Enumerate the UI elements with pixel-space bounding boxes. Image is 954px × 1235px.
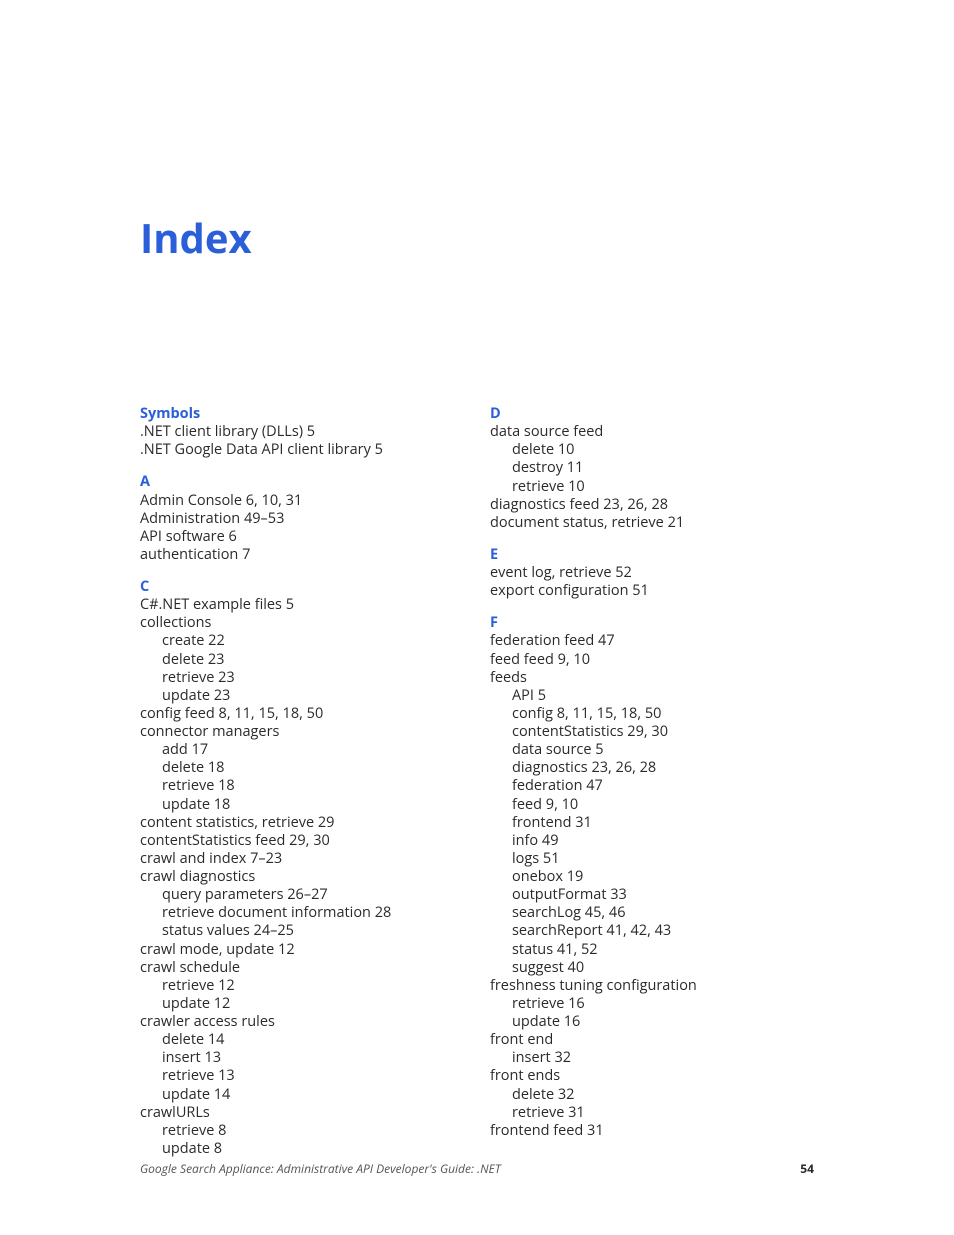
index-subentry: retrieve 23	[140, 669, 460, 687]
index-subentry: API 5	[490, 687, 810, 705]
index-entry: crawl diagnostics	[140, 868, 460, 886]
index-subentry: searchReport 41, 42, 43	[490, 922, 810, 940]
left-column: Symbols .NET client library (DLLs) 5 .NE…	[140, 405, 460, 1158]
page-footer: Google Search Appliance: Administrative …	[140, 1160, 814, 1177]
footer-doc-title: Google Search Appliance: Administrative …	[140, 1160, 501, 1177]
page-title: Index	[140, 210, 814, 265]
index-entry: authentication 7	[140, 546, 460, 564]
index-entry: .NET client library (DLLs) 5	[140, 423, 460, 441]
index-columns: Symbols .NET client library (DLLs) 5 .NE…	[140, 405, 814, 1158]
index-entry: freshness tuning configuration	[490, 977, 810, 995]
index-subentry: delete 10	[490, 441, 810, 459]
index-subentry: update 16	[490, 1013, 810, 1031]
section-head-symbols: Symbols	[140, 405, 460, 423]
section-head-e: E	[490, 546, 810, 564]
index-entry: API software 6	[140, 528, 460, 546]
index-subentry: searchLog 45, 46	[490, 904, 810, 922]
index-subentry: insert 13	[140, 1049, 460, 1067]
index-subentry: query parameters 26–27	[140, 886, 460, 904]
index-subentry: update 18	[140, 796, 460, 814]
index-entry: frontend feed 31	[490, 1122, 810, 1140]
index-entry: crawl schedule	[140, 959, 460, 977]
index-entry: document status, retrieve 21	[490, 514, 810, 532]
index-subentry: delete 32	[490, 1086, 810, 1104]
index-subentry: contentStatistics 29, 30	[490, 723, 810, 741]
document-page: Index Symbols .NET client library (DLLs)…	[0, 0, 954, 1218]
index-subentry: retrieve 16	[490, 995, 810, 1013]
index-entry: front end	[490, 1031, 810, 1049]
index-subentry: update 23	[140, 687, 460, 705]
index-subentry: retrieve 10	[490, 478, 810, 496]
index-subentry: data source 5	[490, 741, 810, 759]
index-subentry: delete 18	[140, 759, 460, 777]
index-subentry: logs 51	[490, 850, 810, 868]
index-subentry: insert 32	[490, 1049, 810, 1067]
index-subentry: create 22	[140, 632, 460, 650]
index-subentry: suggest 40	[490, 959, 810, 977]
section-head-a: A	[140, 473, 460, 491]
index-entry: connector managers	[140, 723, 460, 741]
index-entry: contentStatistics feed 29, 30	[140, 832, 460, 850]
section-head-c: C	[140, 578, 460, 596]
index-entry: export configuration 51	[490, 582, 810, 600]
index-entry: config feed 8, 11, 15, 18, 50	[140, 705, 460, 723]
index-subentry: config 8, 11, 15, 18, 50	[490, 705, 810, 723]
index-subentry: status values 24–25	[140, 922, 460, 940]
index-entry: federation feed 47	[490, 632, 810, 650]
index-subentry: update 14	[140, 1086, 460, 1104]
index-entry: crawl and index 7–23	[140, 850, 460, 868]
index-entry: C#.NET example files 5	[140, 596, 460, 614]
index-entry: feed feed 9, 10	[490, 651, 810, 669]
index-entry: .NET Google Data API client library 5	[140, 441, 460, 459]
index-subentry: retrieve 18	[140, 777, 460, 795]
index-subentry: info 49	[490, 832, 810, 850]
footer-page-number: 54	[800, 1160, 814, 1177]
index-entry: front ends	[490, 1067, 810, 1085]
index-subentry: retrieve 31	[490, 1104, 810, 1122]
index-entry: diagnostics feed 23, 26, 28	[490, 496, 810, 514]
index-subentry: add 17	[140, 741, 460, 759]
section-head-f: F	[490, 614, 810, 632]
index-subentry: retrieve document information 28	[140, 904, 460, 922]
index-subentry: retrieve 8	[140, 1122, 460, 1140]
index-entry: collections	[140, 614, 460, 632]
index-entry: Administration 49–53	[140, 510, 460, 528]
index-subentry: update 8	[140, 1140, 460, 1158]
index-entry: crawl mode, update 12	[140, 941, 460, 959]
index-subentry: retrieve 13	[140, 1067, 460, 1085]
index-subentry: delete 14	[140, 1031, 460, 1049]
index-subentry: retrieve 12	[140, 977, 460, 995]
index-entry: data source feed	[490, 423, 810, 441]
index-subentry: frontend 31	[490, 814, 810, 832]
index-entry: crawler access rules	[140, 1013, 460, 1031]
index-subentry: status 41, 52	[490, 941, 810, 959]
index-subentry: destroy 11	[490, 459, 810, 477]
index-subentry: diagnostics 23, 26, 28	[490, 759, 810, 777]
index-subentry: delete 23	[140, 651, 460, 669]
right-column: D data source feed delete 10 destroy 11 …	[490, 405, 810, 1158]
index-subentry: federation 47	[490, 777, 810, 795]
index-subentry: update 12	[140, 995, 460, 1013]
index-subentry: outputFormat 33	[490, 886, 810, 904]
index-entry: feeds	[490, 669, 810, 687]
index-subentry: feed 9, 10	[490, 796, 810, 814]
index-entry: event log, retrieve 52	[490, 564, 810, 582]
index-entry: Admin Console 6, 10, 31	[140, 492, 460, 510]
index-entry: crawlURLs	[140, 1104, 460, 1122]
index-entry: content statistics, retrieve 29	[140, 814, 460, 832]
section-head-d: D	[490, 405, 810, 423]
index-subentry: onebox 19	[490, 868, 810, 886]
